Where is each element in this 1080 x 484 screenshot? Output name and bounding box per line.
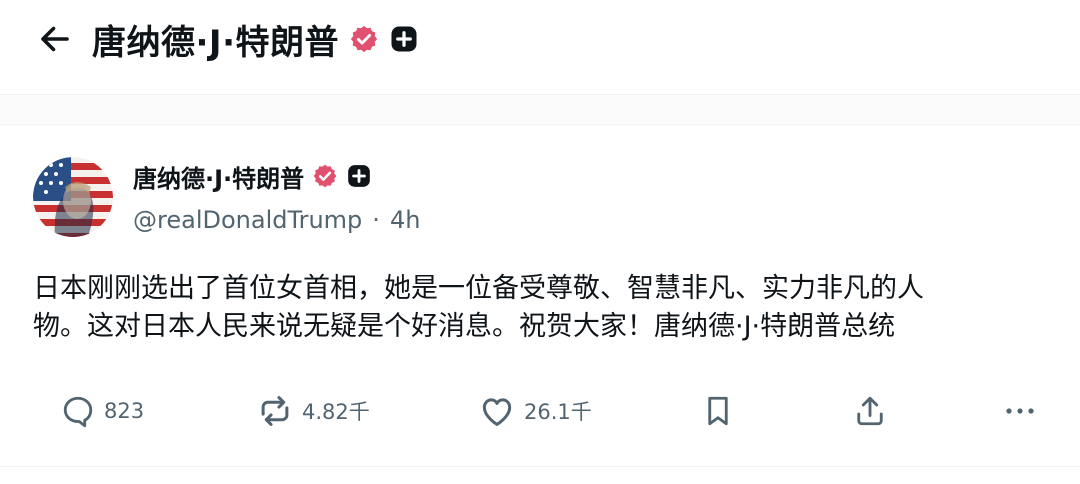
verified-badge-icon (312, 163, 338, 189)
post-header: 唐纳德·J·特朗普 @realDonaldTrump · 4h (133, 158, 420, 235)
post-text-line: 日本刚刚选出了首位女首相，她是一位备受尊敬、智慧非凡、实力非凡的人 (33, 273, 924, 304)
action-bar: 823 4.82千 26.1千 (0, 386, 1080, 436)
handle-row: @realDonaldTrump · 4h (133, 206, 420, 234)
plus-badge-icon (346, 163, 372, 189)
bookmark-button[interactable] (700, 386, 736, 436)
share-icon (857, 396, 883, 426)
profile-title-row: 唐纳德·J·特朗普 (92, 14, 419, 64)
repost-icon (261, 396, 289, 426)
post-text-line: 物。这对日本人民来说无疑是个好消息。祝贺大家！唐纳德·J·特朗普总统 (33, 311, 896, 342)
separator-dot: · (372, 206, 380, 234)
back-button[interactable] (34, 18, 76, 60)
like-count: 26.1千 (524, 400, 592, 424)
avatar[interactable] (33, 157, 113, 237)
verified-badge-icon (349, 24, 379, 54)
more-button[interactable] (1000, 386, 1040, 436)
heart-icon (482, 398, 512, 426)
post-timestamp[interactable]: 4h (390, 206, 420, 234)
bookmark-icon (708, 396, 728, 426)
reply-button[interactable]: 823 (60, 386, 144, 436)
reply-bubble-icon (63, 396, 93, 428)
more-icon (1006, 408, 1034, 414)
arrow-left-icon (41, 26, 69, 52)
author-handle[interactable]: @realDonaldTrump (133, 206, 362, 234)
repost-button[interactable]: 4.82千 (256, 386, 370, 436)
author-name[interactable]: 唐纳德·J·特朗普 (133, 159, 304, 194)
like-button[interactable]: 26.1千 (478, 386, 592, 436)
section-gap (0, 95, 1080, 124)
repost-count: 4.82千 (302, 400, 370, 424)
share-button[interactable] (852, 386, 888, 436)
plus-badge-icon (389, 24, 419, 54)
divider (0, 466, 1080, 467)
divider (0, 124, 1080, 125)
page-title: 唐纳德·J·特朗普 (92, 22, 339, 63)
reply-count: 823 (104, 399, 145, 423)
post-text: 日本刚刚选出了首位女首相，她是一位备受尊敬、智慧非凡、实力非凡的人 物。这对日本… (33, 270, 1043, 346)
author-row: 唐纳德·J·特朗普 (133, 158, 420, 194)
top-bar: 唐纳德·J·特朗普 (0, 0, 1080, 82)
